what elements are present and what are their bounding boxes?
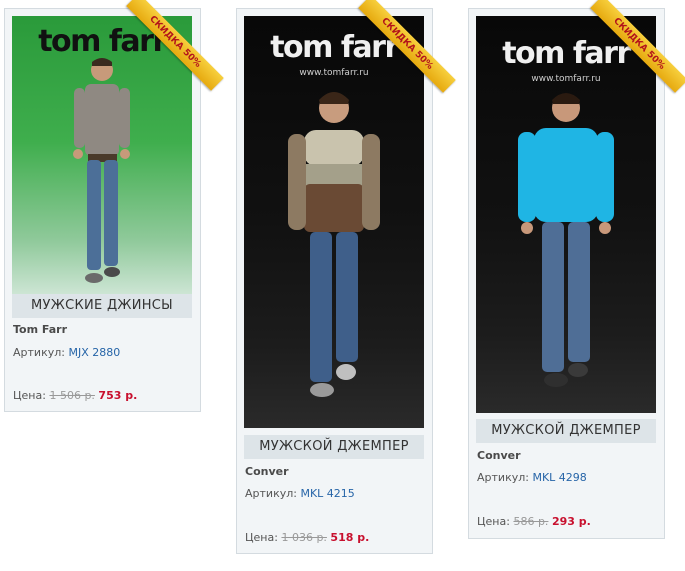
model-figure bbox=[518, 93, 614, 387]
product-brand: Conver bbox=[245, 465, 289, 478]
sku-link[interactable]: MKL 4298 bbox=[532, 471, 586, 484]
brand-site: www.tomfarr.ru bbox=[531, 74, 601, 84]
sku-row: Артикул: MJX 2880 bbox=[13, 346, 120, 359]
sku-row: Артикул: MKL 4298 bbox=[477, 471, 587, 484]
model-figure bbox=[73, 58, 130, 283]
old-price: 1 036 р. bbox=[281, 531, 327, 544]
product-card[interactable]: tom farr СКИДКА 50% МУЖСКИЕ ДЖИНСЫ Tom F… bbox=[4, 0, 224, 412]
sku-row: Артикул: MKL 4215 bbox=[245, 487, 355, 500]
new-price: 293 р. bbox=[551, 515, 591, 528]
product-card[interactable]: tom farr www.tomfarr.ru СКИДКА 50% МУЖСК… bbox=[236, 0, 456, 554]
product-photo[interactable]: tom farr www.tomfarr.ru bbox=[244, 16, 424, 428]
product-brand: Tom Farr bbox=[13, 323, 68, 336]
old-price: 586 р. bbox=[513, 515, 549, 528]
price-row: Цена: 1 506 р. 753 р. bbox=[13, 389, 137, 402]
new-price: 753 р. bbox=[98, 389, 138, 402]
sku-link[interactable]: MKL 4215 bbox=[300, 487, 354, 500]
product-photo[interactable]: tom farr www.tomfarr.ru bbox=[476, 16, 656, 413]
product-name[interactable]: МУЖСКОЙ ДЖЕМПЕР bbox=[476, 419, 656, 443]
product-card[interactable]: tom farr www.tomfarr.ru СКИДКА 50% МУЖСК… bbox=[468, 0, 685, 539]
sku-label: Артикул: bbox=[245, 487, 297, 500]
price-label: Цена: bbox=[477, 515, 510, 528]
new-price: 518 р. bbox=[330, 531, 370, 544]
product-brand: Conver bbox=[477, 449, 521, 462]
price-label: Цена: bbox=[13, 389, 46, 402]
price-label: Цена: bbox=[245, 531, 278, 544]
product-name[interactable]: МУЖСКИЕ ДЖИНСЫ bbox=[12, 294, 192, 318]
sku-label: Артикул: bbox=[477, 471, 529, 484]
model-figure bbox=[288, 92, 380, 397]
price-row: Цена: 1 036 р. 518 р. bbox=[245, 531, 369, 544]
sku-link[interactable]: MJX 2880 bbox=[68, 346, 120, 359]
product-name[interactable]: МУЖСКОЙ ДЖЕМПЕР bbox=[244, 435, 424, 459]
price-row: Цена: 586 р. 293 р. bbox=[477, 515, 591, 528]
old-price: 1 506 р. bbox=[49, 389, 95, 402]
product-photo[interactable]: tom farr bbox=[12, 16, 192, 296]
sku-label: Артикул: bbox=[13, 346, 65, 359]
brand-site: www.tomfarr.ru bbox=[299, 68, 369, 78]
